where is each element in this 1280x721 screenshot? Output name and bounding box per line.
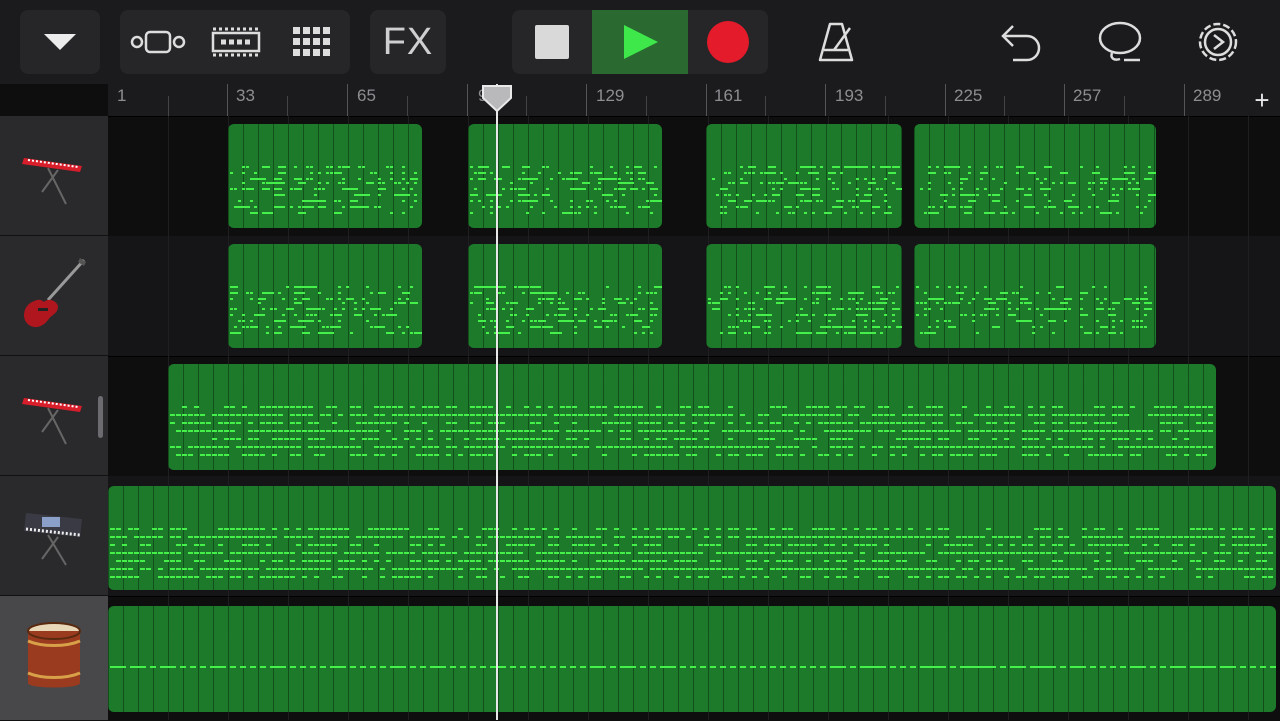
midi-region[interactable] <box>706 124 902 228</box>
ruler-tick <box>1124 96 1125 116</box>
film-strip-icon <box>211 27 261 57</box>
settings-button[interactable] <box>1182 10 1254 74</box>
playhead[interactable] <box>496 84 498 720</box>
bar-number: 289 <box>1193 86 1222 105</box>
track-headers <box>0 116 108 721</box>
bar-number: 193 <box>835 86 864 105</box>
metronome-button[interactable] <box>800 10 872 74</box>
view-controls <box>120 10 350 74</box>
record-button[interactable] <box>688 10 768 74</box>
ruler-tick <box>1064 84 1065 116</box>
midi-region[interactable] <box>228 124 422 228</box>
midi-region[interactable] <box>108 606 1276 712</box>
ruler-tick <box>765 96 766 116</box>
track-header-drums[interactable] <box>0 596 108 721</box>
region-notes <box>110 666 1276 668</box>
undo-button[interactable] <box>985 10 1057 74</box>
region-notes <box>230 286 422 334</box>
bar-number: 257 <box>1073 86 1102 105</box>
midi-region[interactable] <box>108 486 1276 590</box>
chevron-down-icon <box>44 34 76 50</box>
ruler-tick <box>467 84 468 116</box>
midi-region[interactable] <box>914 124 1156 228</box>
region-notes <box>712 166 902 214</box>
transport-controls <box>512 10 768 74</box>
midi-region[interactable] <box>706 244 902 348</box>
fx-label: FX <box>382 20 434 63</box>
ruler-tick <box>825 84 826 116</box>
track-header-guitar[interactable] <box>0 236 108 356</box>
bar-number: 225 <box>954 86 983 105</box>
ruler-tick <box>1184 84 1185 116</box>
region-notes <box>170 406 1213 456</box>
ruler-tick <box>227 84 228 116</box>
synth-keyboard-icon <box>24 512 82 566</box>
region-notes <box>920 166 1156 214</box>
loop-browser-button[interactable] <box>1084 10 1156 74</box>
ruler-tick <box>885 96 886 116</box>
region-notes <box>230 166 418 214</box>
drum-icon <box>27 622 81 688</box>
red-keyboard-icon <box>22 157 82 204</box>
toolbar: FX <box>0 0 1280 84</box>
ruler-tick <box>706 84 707 116</box>
midi-region[interactable] <box>914 244 1156 348</box>
ruler-tick <box>347 84 348 116</box>
ruler-tick <box>586 84 587 116</box>
gear-icon <box>1198 22 1238 62</box>
bar-number: 161 <box>714 86 743 105</box>
grid-button[interactable] <box>276 10 350 74</box>
electric-guitar-icon <box>24 257 86 327</box>
playhead-handle[interactable] <box>481 84 513 112</box>
red-keyboard-icon <box>22 397 82 444</box>
bar-number: 129 <box>596 86 625 105</box>
stop-button[interactable] <box>512 10 592 74</box>
ruler-tick <box>168 96 169 116</box>
timeline-ruler[interactable]: 1 33 65 97 129 161 193 225 257 289 + <box>108 84 1280 117</box>
ruler-tick <box>287 96 288 116</box>
region-notes <box>110 528 1273 578</box>
tracks-view-icon <box>130 30 186 54</box>
add-section-button[interactable]: + <box>1244 84 1280 116</box>
ruler-tick <box>526 96 527 116</box>
midi-region[interactable] <box>168 364 1216 470</box>
ruler-tick <box>1004 96 1005 116</box>
track-header-keyboard[interactable] <box>0 356 108 476</box>
grid-icon <box>293 27 330 56</box>
ruler-tick <box>945 84 946 116</box>
region-notes <box>708 286 902 334</box>
record-icon <box>707 21 749 63</box>
browser-button[interactable] <box>20 10 100 74</box>
bar-number: 1 <box>117 86 127 105</box>
bar-number: 33 <box>236 86 255 105</box>
fx-button[interactable]: FX <box>370 10 446 74</box>
ruler-tick <box>407 96 408 116</box>
live-loops-button[interactable] <box>198 10 274 74</box>
track-scroll-indicator[interactable] <box>98 396 103 438</box>
region-notes <box>916 286 1152 334</box>
midi-region[interactable] <box>228 244 422 348</box>
play-button[interactable] <box>592 10 688 74</box>
undo-icon <box>1001 25 1041 62</box>
track-header-synth[interactable] <box>0 476 108 596</box>
lasso-icon <box>1098 21 1142 62</box>
ruler-tick <box>646 96 647 116</box>
stop-icon <box>535 25 569 59</box>
metronome-icon <box>818 22 854 62</box>
tracks-view-button[interactable] <box>120 10 196 74</box>
bar-number: 65 <box>357 86 376 105</box>
play-icon <box>624 25 658 59</box>
track-header-keyboard[interactable] <box>0 116 108 236</box>
